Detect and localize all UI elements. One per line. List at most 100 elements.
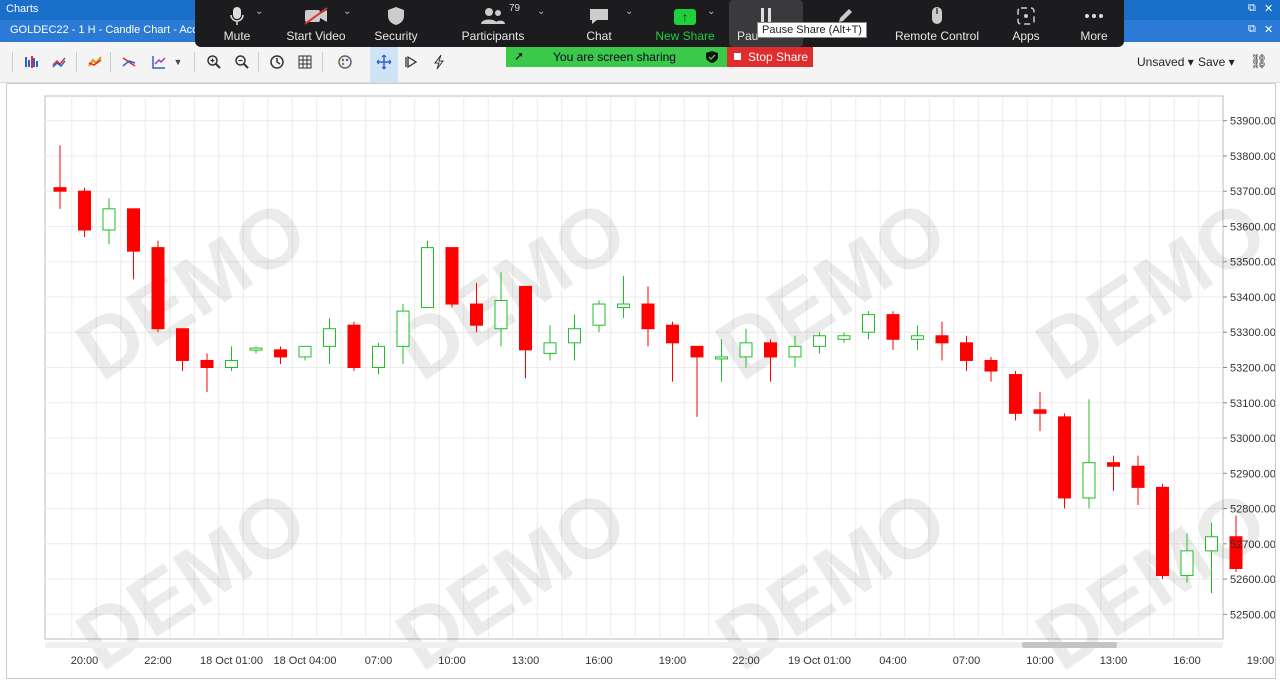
candle-body [53, 187, 67, 192]
x-tick-label: 10:00 [1026, 655, 1054, 667]
more-button[interactable]: More [1069, 0, 1119, 47]
apps-button[interactable]: Apps [1001, 0, 1051, 47]
candle-body [470, 303, 483, 326]
step-forward-icon[interactable] [398, 50, 424, 74]
x-tick-label: 19 Oct 01:00 [788, 655, 851, 667]
participants-button[interactable]: Participants [453, 0, 533, 47]
candle-body [298, 345, 312, 358]
security-button[interactable]: Security [363, 0, 429, 47]
crosshair-move-icon[interactable] [370, 42, 398, 82]
x-tick-label: 07:00 [953, 655, 981, 667]
candle-body [739, 342, 753, 358]
shield-check-icon [706, 51, 718, 66]
zoom-meeting-controls: Mute ⌄ Start Video ⌄ Security Participan… [195, 0, 1124, 47]
drawing-tools-icon[interactable] [116, 50, 142, 74]
chart-options-icon[interactable] [146, 50, 172, 74]
candle-body [617, 303, 630, 309]
candle-body [1009, 374, 1022, 414]
y-tick-label: 53300.00 [1230, 327, 1275, 339]
x-tick-label: 18 Oct 04:00 [274, 655, 337, 667]
candle-body [519, 285, 532, 351]
chart-options-dropdown-icon[interactable]: ▼ [170, 50, 186, 74]
apps-icon [1001, 6, 1051, 29]
y-tick-label: 52800.00 [1230, 504, 1275, 516]
x-tick-label: 22:00 [732, 655, 760, 667]
share-options-chevron-icon[interactable]: ⌄ [707, 6, 715, 17]
y-tick-label: 53000.00 [1230, 433, 1275, 445]
save-workspace-menu[interactable]: Save ▾ [1198, 55, 1235, 69]
y-tick-label: 53400.00 [1230, 292, 1275, 304]
color-palette-icon[interactable] [332, 50, 358, 74]
x-tick-label: 20:00 [71, 655, 99, 667]
x-tick-label: 10:00 [438, 655, 466, 667]
candle-body [127, 208, 140, 252]
candle-body [249, 347, 263, 351]
y-tick-label: 53700.00 [1230, 186, 1275, 198]
close-chart-button[interactable]: ✕ [1264, 23, 1273, 36]
y-tick-label: 53800.00 [1230, 151, 1275, 163]
bar-chart-type-icon[interactable] [18, 50, 44, 74]
y-tick-label: 53900.00 [1230, 116, 1275, 128]
y-tick-label: 52500.00 [1230, 609, 1275, 621]
toolbar-separator [194, 52, 195, 72]
candle-body [1107, 462, 1120, 467]
y-tick-label: 53100.00 [1230, 398, 1275, 410]
candle-body [1033, 409, 1047, 414]
link-chain-icon[interactable]: ⛓ [1250, 53, 1268, 70]
candle-body [837, 335, 851, 340]
zoom-out-icon[interactable] [229, 50, 255, 74]
x-tick-label: 13:00 [1100, 655, 1128, 667]
screen-sharing-banner[interactable]: ➚ You are screen sharing [506, 47, 727, 67]
candle-body [568, 328, 581, 344]
candle-body [592, 303, 606, 326]
chart-document-title: GOLDEC22 - 1 H - Candle Chart - Accoun [10, 24, 217, 36]
window-title: Charts [6, 3, 39, 15]
chat-options-chevron-icon[interactable]: ⌄ [625, 6, 633, 17]
restore-window-button[interactable]: ⧉ [1248, 2, 1256, 15]
line-chart-type-icon[interactable] [46, 50, 72, 74]
video-options-chevron-icon[interactable]: ⌄ [343, 6, 351, 17]
mute-button[interactable]: Mute [199, 0, 275, 47]
drag-handle-icon[interactable]: ➚ [514, 49, 524, 63]
mute-options-chevron-icon[interactable]: ⌄ [255, 6, 263, 17]
candle-body [666, 324, 679, 344]
chat-button[interactable]: Chat [571, 0, 627, 47]
candle-body [396, 310, 410, 347]
x-tick-label: 19:00 [1247, 655, 1275, 667]
shield-icon [363, 6, 429, 29]
timeframe-clock-icon[interactable] [264, 50, 290, 74]
zoom-in-icon[interactable] [201, 50, 227, 74]
indicators-icon[interactable] [82, 50, 108, 74]
toolbar-separator [76, 52, 77, 72]
close-window-button[interactable]: ✕ [1264, 2, 1273, 15]
toolbar-separator [110, 52, 111, 72]
x-tick-label: 16:00 [1173, 655, 1201, 667]
x-tick-label: 22:00 [144, 655, 172, 667]
unsaved-workspace-menu[interactable]: Unsaved ▾ [1137, 55, 1194, 69]
x-tick-label: 04:00 [879, 655, 907, 667]
candle-body [862, 314, 875, 333]
y-tick-label: 52900.00 [1230, 468, 1275, 480]
candle-body [690, 345, 704, 358]
candle-body [1131, 465, 1145, 488]
candle-body [984, 359, 998, 372]
x-tick-label: 16:00 [585, 655, 613, 667]
data-table-icon[interactable] [292, 50, 318, 74]
stop-share-button[interactable]: Stop Share [727, 47, 813, 67]
microphone-icon [199, 6, 275, 29]
remote-control-button[interactable]: Remote Control [889, 0, 985, 47]
candle-body [323, 328, 336, 347]
quick-trade-lightning-icon[interactable] [426, 50, 452, 74]
restore-chart-button[interactable]: ⧉ [1248, 23, 1256, 36]
candle-body [788, 345, 802, 358]
candlestick-chart[interactable]: DEMO DEMO DEMO DEMODEMO DEMO DEMO DEMO 53900.0… [7, 84, 1280, 681]
candle-body [176, 328, 189, 361]
candle-body [935, 335, 949, 344]
candle-body [764, 342, 777, 358]
candle-body [445, 247, 459, 305]
participants-options-chevron-icon[interactable]: ⌄ [537, 6, 545, 17]
chart-area[interactable]: DEMO DEMO DEMO DEMO DEMO DEMO DEMO DEMO 53900.0… [6, 83, 1280, 681]
candle-body [274, 349, 287, 358]
candle-body [200, 359, 214, 369]
pause-share-tooltip: Pause Share (Alt+T) [757, 22, 867, 38]
